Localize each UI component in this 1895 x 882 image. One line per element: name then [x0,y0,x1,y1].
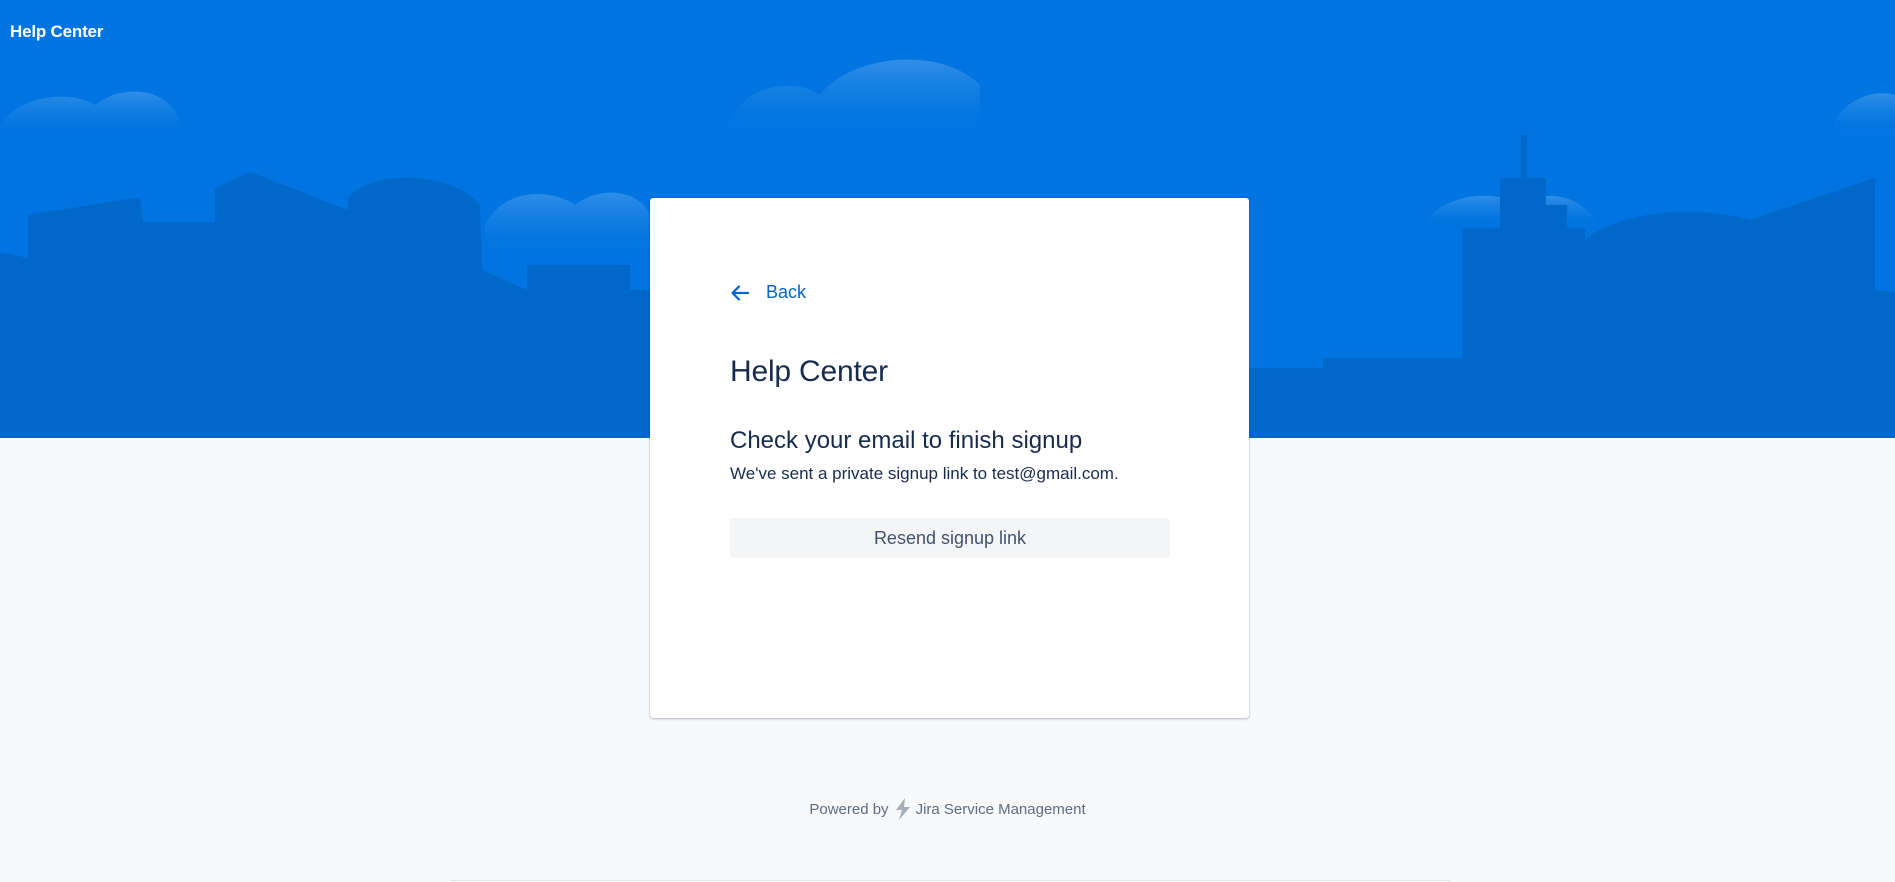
powered-by-label: Powered by [809,800,889,818]
back-label: Back [766,282,807,302]
product-name: Jira Service Management [915,800,1086,818]
jira-service-management-icon [894,797,912,821]
signup-message: We've sent a private signup link to test… [730,464,1119,483]
footer: Powered by Jira Service Management [0,797,1895,821]
signup-heading: Check your email to finish signup [730,427,1083,454]
portal-title: Help Center [730,355,888,388]
signup-card: Back Help Center Check your email to fin… [650,198,1249,718]
arrow-left-icon [730,283,750,303]
site-title-link[interactable]: Help Center [10,22,103,42]
resend-signup-link-button[interactable]: Resend signup link [730,518,1170,558]
powered-by-link[interactable]: Powered by Jira Service Management [809,797,1086,821]
back-link[interactable]: Back [730,282,806,303]
page: Help Center Back Help Center Check your … [0,0,1895,882]
footer-divider [450,880,1450,881]
